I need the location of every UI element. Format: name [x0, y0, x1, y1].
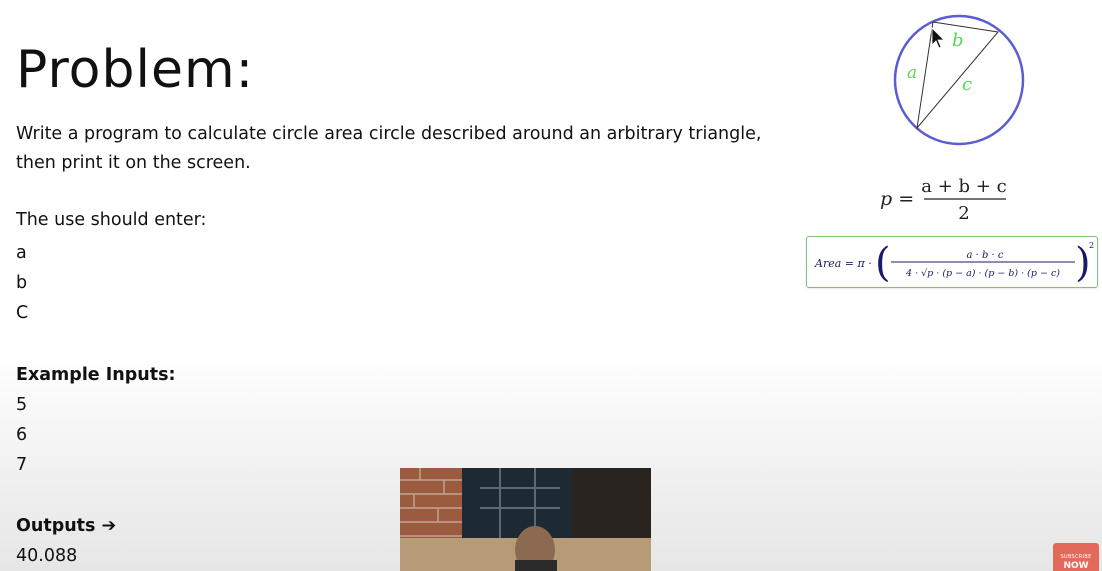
p-formula-lhs: p = — [880, 188, 914, 210]
input-prompt: The use should enter: — [16, 210, 207, 230]
circumcircle-diagram: a b c — [893, 14, 1025, 146]
area-formula-denominator: 4 · √p · (p − a) · (p − b) · (p − c) — [905, 268, 1060, 279]
side-label-b: b — [952, 30, 964, 51]
p-formula-numerator: a + b + c — [921, 176, 1006, 197]
side-label-a: a — [907, 63, 917, 83]
subscribe-big-text: NOW — [1063, 561, 1089, 571]
area-formula-numerator: a · b · c — [966, 250, 1003, 261]
example-inputs-heading: Example Inputs: — [16, 365, 176, 385]
example-input-1: 5 — [16, 395, 28, 415]
input-variable-c: C — [16, 303, 29, 323]
outputs-label: Outputs ➔ — [16, 516, 117, 536]
area-formula-lhs: Area = π · — [814, 257, 872, 270]
webcam-overlay — [400, 468, 651, 571]
problem-description: Write a program to calculate circle area… — [16, 124, 762, 173]
example-input-2: 6 — [16, 425, 28, 445]
input-variable-b: b — [16, 273, 28, 293]
subscribe-button[interactable]: SUBSCRIBE NOW — [1053, 543, 1099, 571]
side-label-c: c — [962, 74, 972, 95]
p-formula-denominator: 2 — [958, 203, 969, 224]
mouse-cursor-icon — [931, 27, 945, 49]
semiperimeter-formula: p = a + b + c 2 — [880, 172, 1020, 233]
output-value: 40.088 — [16, 546, 78, 566]
left-paren: ( — [875, 240, 891, 286]
example-input-3: 7 — [16, 455, 28, 475]
area-formula-exponent: 2 — [1089, 241, 1094, 250]
subscribe-small-text: SUBSCRIBE — [1060, 554, 1092, 560]
area-formula-box: Area = π · ( a · b · c 4 · √p · (p − a) … — [806, 236, 1098, 288]
problem-title: Problem: — [16, 40, 255, 100]
input-variable-a: a — [16, 243, 27, 263]
